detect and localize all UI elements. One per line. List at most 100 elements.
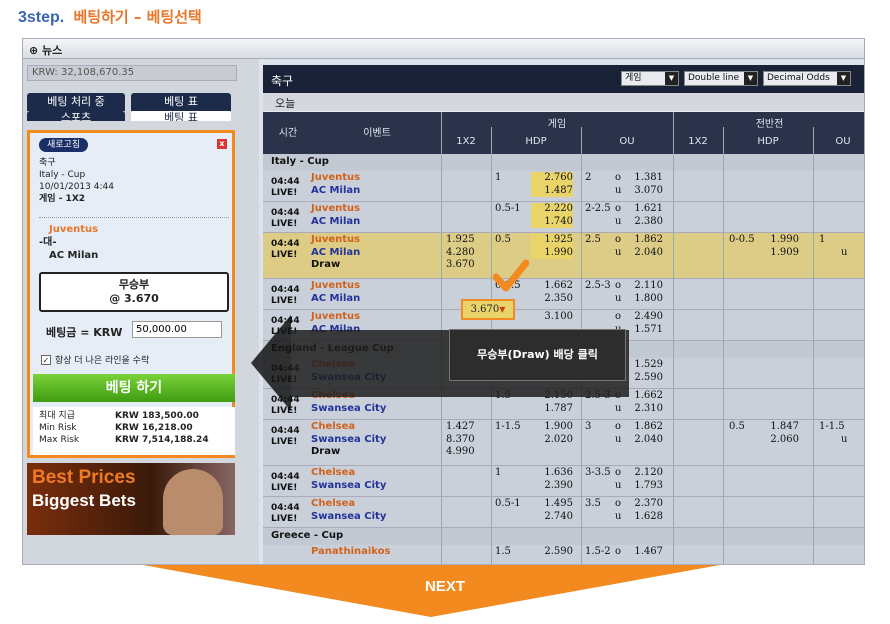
half-odds-hdp[interactable]: 1.990 1.909	[757, 234, 799, 259]
hdp-line: 1	[495, 172, 502, 183]
bet-info: 축구 Italy - Cup 10/01/2013 4:44 게임 - 1X2	[39, 157, 114, 205]
table-row[interactable]: 04:44 LIVE! Chelsea Swansea City Draw 1.427 8.…	[263, 420, 864, 466]
col-event: 이벤트	[363, 128, 391, 139]
match-time: 04:44 LIVE!	[271, 239, 300, 260]
odds-ou[interactable]: 2.370 1.628	[621, 498, 663, 523]
table-row[interactable]: 04:44 LIVE! Juventus AC Milan 0-0.5 1.662 2.35…	[263, 279, 864, 310]
pick-label: 무승부	[118, 278, 150, 291]
news-tab[interactable]: ⊕ 뉴스	[29, 42, 62, 58]
odds-ou[interactable]: 1.381 3.070	[621, 172, 663, 197]
bet-home-team: Juventus	[49, 224, 99, 235]
left-panel: KRW: 32,108,670.35 베팅 처리 중 베팅 표 스포츠 베팅 표…	[23, 59, 259, 564]
table-row[interactable]: 04:44 LIVE! Juventus AC Milan 0.5-1 2.220 1.74…	[263, 202, 864, 233]
tab-pending-bets[interactable]: 베팅 처리 중	[27, 93, 125, 111]
stake-input[interactable]	[132, 321, 222, 338]
odds-ou[interactable]: 1.862 2.040	[621, 421, 663, 446]
match-teams: Juventus AC Milan	[311, 172, 361, 196]
top-bar: ⊕ 뉴스	[23, 39, 864, 59]
match-time: 04:44 LIVE!	[271, 208, 300, 229]
sport-title: 축구	[271, 74, 294, 88]
odds-hdp[interactable]: 1.925 1.990	[531, 234, 573, 259]
odds-format-select[interactable]: Decimal Odds ▼	[763, 71, 851, 86]
col-1x2: 1X2	[456, 136, 476, 147]
half-hdp-line: 0-0.5	[729, 234, 755, 245]
half-ou[interactable]: 1-1.5 u	[819, 421, 847, 446]
match-time: 04:44 LIVE!	[271, 285, 300, 306]
table-row[interactable]: 04:44 LIVE! Juventus AC Milan 1 2.760 1.487 2 o u…	[263, 171, 864, 202]
tab-bet-slip[interactable]: 베팅 표	[131, 93, 231, 111]
table-row[interactable]: 04:44 LIVE! Juventus AC Milan Draw 1.925 4.280…	[263, 233, 864, 279]
col-ou: OU	[619, 136, 635, 147]
bet-vs: -대-	[39, 237, 57, 248]
bet-date: 10/01/2013 4:44	[39, 182, 114, 192]
table-row[interactable]: Panathinaikos 1.5 2.590 1.5-2 o 1.467	[263, 545, 864, 564]
ou-line: 3-3.5	[585, 467, 611, 478]
odds-hdp[interactable]: 3.100	[531, 311, 573, 324]
divider	[673, 112, 674, 564]
match-teams: Juventus AC Milan	[311, 280, 361, 304]
col-1x2-half: 1X2	[688, 136, 708, 147]
odds-hdp[interactable]: 1.662 2.350	[531, 280, 573, 305]
odds-ou[interactable]: 1.862 2.040	[621, 234, 663, 259]
summary-row: Max Risk KRW 7,514,188.24	[39, 435, 209, 445]
accept-better-line[interactable]: ✓ 항상 더 나은 라인을 수락	[41, 353, 149, 366]
col-hdp-half: HDP	[757, 136, 779, 147]
match-time: 04:44 LIVE!	[271, 472, 300, 493]
tab-bet-slip-active[interactable]: 베팅 표	[131, 111, 231, 121]
odds-hdp[interactable]: 2.220 1.740	[531, 203, 573, 228]
match-teams: ChelseaSwansea City	[311, 467, 387, 491]
tab-sports[interactable]: 스포츠	[27, 111, 125, 121]
ou-line: 2	[585, 172, 592, 183]
col-time: 시간	[278, 128, 298, 139]
match-teams: Juventus AC Milan	[311, 203, 361, 227]
close-icon[interactable]: x	[217, 139, 227, 149]
place-bet-button[interactable]: 베팅 하기	[33, 374, 235, 402]
promo-line2: Biggest Bets	[32, 491, 136, 510]
table-row[interactable]: 04:44 LIVE! Chelsea Swansea City 0.5-1 1.495 2…	[263, 497, 864, 528]
bet-teams: Juventus -대- AC Milan	[39, 223, 229, 262]
odds-ou[interactable]: 1.621 2.380	[621, 203, 663, 228]
match-teams: Panathinaikos	[311, 546, 391, 557]
hdp-line: 0.5-1	[495, 498, 521, 509]
odds-1x2[interactable]: 1.427 8.370 4.990	[446, 421, 486, 459]
accept-label: 항상 더 나은 라인을 수락	[55, 356, 150, 366]
odds-hdp[interactable]: 2.590	[531, 546, 573, 559]
ou-line: 2.5	[585, 234, 601, 245]
selected-pick: 무승부 @ 3.670	[39, 272, 229, 312]
stake-label: 베팅금 = KRW	[46, 326, 123, 339]
ou-line: 3	[585, 421, 592, 432]
ou-line: 1.5-2	[585, 546, 611, 557]
pointer-arrow	[251, 315, 291, 411]
bet-competition: Italy - Cup	[39, 170, 86, 180]
divider	[813, 127, 814, 564]
hdp-line: 1	[495, 467, 502, 478]
hdp-line: 0.5	[495, 234, 511, 245]
odds-hdp[interactable]: 1.495 2.740	[531, 498, 573, 523]
hdp-line: 1-1.5	[495, 421, 521, 432]
odds-hdp[interactable]: 1.636 2.390	[531, 467, 573, 492]
market-select[interactable]: 게임 ▼	[621, 71, 679, 86]
half-odds-hdp[interactable]: 1.847 2.060	[757, 421, 799, 446]
draw-odds-highlight[interactable]: 3.670▼	[461, 299, 515, 320]
half-hdp-line: 0.5	[729, 421, 745, 432]
step-heading: 베팅하기 – 베팅선택	[73, 8, 202, 26]
odds-ou[interactable]: 1.467	[621, 546, 663, 559]
bet-market: 게임 - 1X2	[39, 194, 86, 204]
promo-banner[interactable]: Best Prices Biggest Bets	[27, 463, 235, 535]
chevron-down-icon: ▼	[837, 72, 850, 85]
refresh-button[interactable]: 새로고침	[39, 138, 89, 152]
table-row[interactable]: 04:44 LIVE! Chelsea Swansea City 1 1.636 2.390…	[263, 466, 864, 497]
line-select[interactable]: Double line ▼	[684, 71, 758, 86]
odds-1x2[interactable]: 1.925 4.280 3.670	[446, 234, 486, 272]
odds-hdp[interactable]: 2.760 1.487	[531, 172, 573, 197]
checkbox-icon[interactable]: ✓	[41, 354, 51, 365]
step-title: 3step. 베팅하기 – 베팅선택	[18, 6, 202, 27]
table-header: 시간 이벤트 게임 전반전 1X2 HDP OU 1X2 HDP OU	[263, 112, 864, 154]
odds-ou[interactable]: 2.110 1.800	[621, 280, 663, 305]
pick-odds: @ 3.670	[109, 292, 159, 305]
odds-ou[interactable]: 2.120 1.793	[621, 467, 663, 492]
odds-hdp[interactable]: 1.900 2.020	[531, 421, 573, 446]
bet-slip: 새로고침 x 축구 Italy - Cup 10/01/2013 4:44 게임…	[27, 130, 235, 458]
bet-sport: 축구	[39, 158, 56, 168]
half-ou[interactable]: 1u	[819, 234, 847, 259]
